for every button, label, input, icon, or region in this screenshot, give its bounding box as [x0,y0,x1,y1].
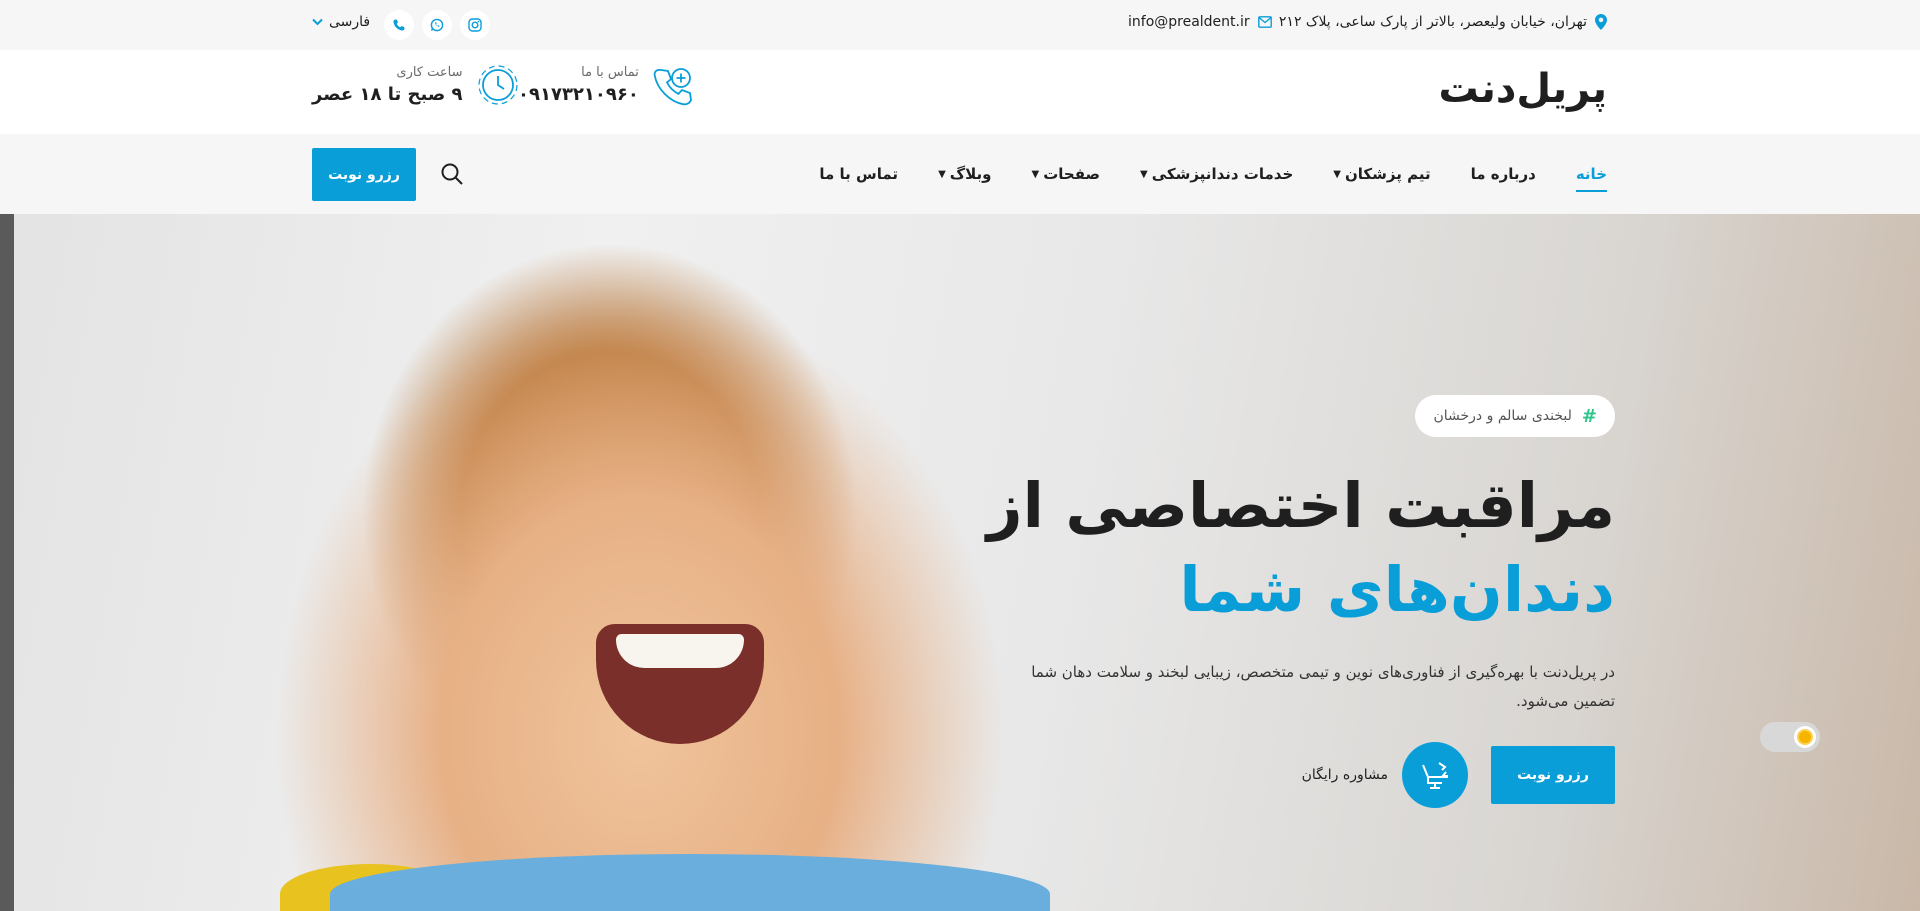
book-appointment-button[interactable]: رزرو نوبت [312,148,416,201]
nav-item-home[interactable]: خانه [1575,134,1608,214]
email-text: info@prealdent.ir [1128,14,1250,30]
clock-icon [477,65,518,105]
mail-icon [1257,16,1272,28]
contact-label: تماس با ما [581,65,639,80]
dental-chair-icon [1402,742,1468,808]
viber-icon[interactable] [384,10,414,40]
header: پریل‌دنت تماس با ما ۰۹۱۷۳۲۱۰۹۶۰ ساعت کار… [0,50,1920,134]
language-label: فارسی [329,14,371,30]
top-bar: تهران، خیابان ولیعصر، بالاتر از پارک ساع… [0,0,1920,50]
nav-item-blog[interactable]: وبلاگ ▼ [938,134,991,214]
hours-label: ساعت کاری [396,65,463,80]
caret-down-icon: ▼ [1333,168,1341,180]
search-icon[interactable] [440,162,464,186]
phone-plus-icon [653,68,692,106]
tagline-text: لبخندی سالم و درخشان [1433,408,1572,424]
nav-item-pages[interactable]: صفحات ▼ [1031,134,1100,214]
hero-photo-bib [330,854,1050,911]
nav-item-label: تیم پزشکان [1344,165,1431,183]
nav-item-services[interactable]: خدمات دندانپزشکی ▼ [1140,134,1293,214]
contact-info[interactable]: تماس با ما ۰۹۱۷۳۲۱۰۹۶۰ [518,64,695,106]
nav-item-label: وبلاگ [949,165,992,183]
theme-toggle[interactable] [1760,722,1820,752]
nav-item-label: خدمات دندانپزشکی [1151,165,1294,183]
free-consultation-link[interactable]: مشاوره رایگان [1302,742,1468,808]
nav-menu: خانه درباره ما تیم پزشکان ▼ خدمات دندانپز… [819,134,1608,214]
nav-item-label: تماس با ما [819,165,899,183]
instagram-icon[interactable] [460,10,490,40]
hero-book-button[interactable]: رزرو نوبت [1491,746,1615,804]
email-link[interactable]: info@prealdent.ir [1128,14,1272,30]
caret-down-icon: ▼ [1031,168,1040,180]
main-nav: خانه درباره ما تیم پزشکان ▼ خدمات دندانپز… [0,134,1920,214]
address-text: تهران، خیابان ولیعصر، بالاتر از پارک ساع… [1278,14,1587,30]
caret-down-icon: ▼ [1140,168,1148,180]
hero-edge [0,214,14,911]
caret-down-icon: ▼ [938,168,946,180]
sun-icon [1799,731,1811,743]
social-links [384,10,490,40]
hero-description: در پریل‌دنت با بهره‌گیری از فناوری‌های ن… [1031,663,1615,710]
address: تهران، خیابان ولیعصر، بالاتر از پارک ساع… [1279,14,1607,30]
contact-phone[interactable]: ۰۹۱۷۳۲۱۰۹۶۰ [518,84,639,105]
hero-tagline: # لبخندی سالم و درخشان [1415,395,1615,437]
site-logo[interactable]: پریل‌دنت [1438,66,1608,112]
hero-photo-teeth [616,634,744,668]
consult-label: مشاوره رایگان [1301,767,1388,783]
nav-item-label: درباره ما [1470,165,1536,183]
hero-section: # لبخندی سالم و درخشان مراقبت اختصاصی از… [0,214,1920,911]
nav-item-about[interactable]: درباره ما [1471,134,1536,214]
toggle-knob [1794,726,1816,748]
nav-item-label: صفحات [1043,165,1100,183]
nav-item-label: خانه [1575,165,1607,183]
chevron-down-icon [312,18,323,26]
headline-line-1: مراقبت اختصاصی از [986,469,1615,542]
nav-item-contact[interactable]: تماس با ما [819,134,898,214]
hours-value: ۹ صبح تا ۱۸ عصر [312,84,463,105]
hash-icon: # [1581,405,1597,427]
nav-item-doctors[interactable]: تیم پزشکان ▼ [1333,134,1430,214]
headline-line-2: دندان‌های شما [1179,553,1615,626]
location-pin-icon [1595,14,1607,30]
language-selector[interactable]: فارسی [312,14,370,30]
working-hours: ساعت کاری ۹ صبح تا ۱۸ عصر [312,64,519,106]
hero-headline: مراقبت اختصاصی از دندان‌های شما [987,464,1615,632]
whatsapp-icon[interactable] [422,10,452,40]
